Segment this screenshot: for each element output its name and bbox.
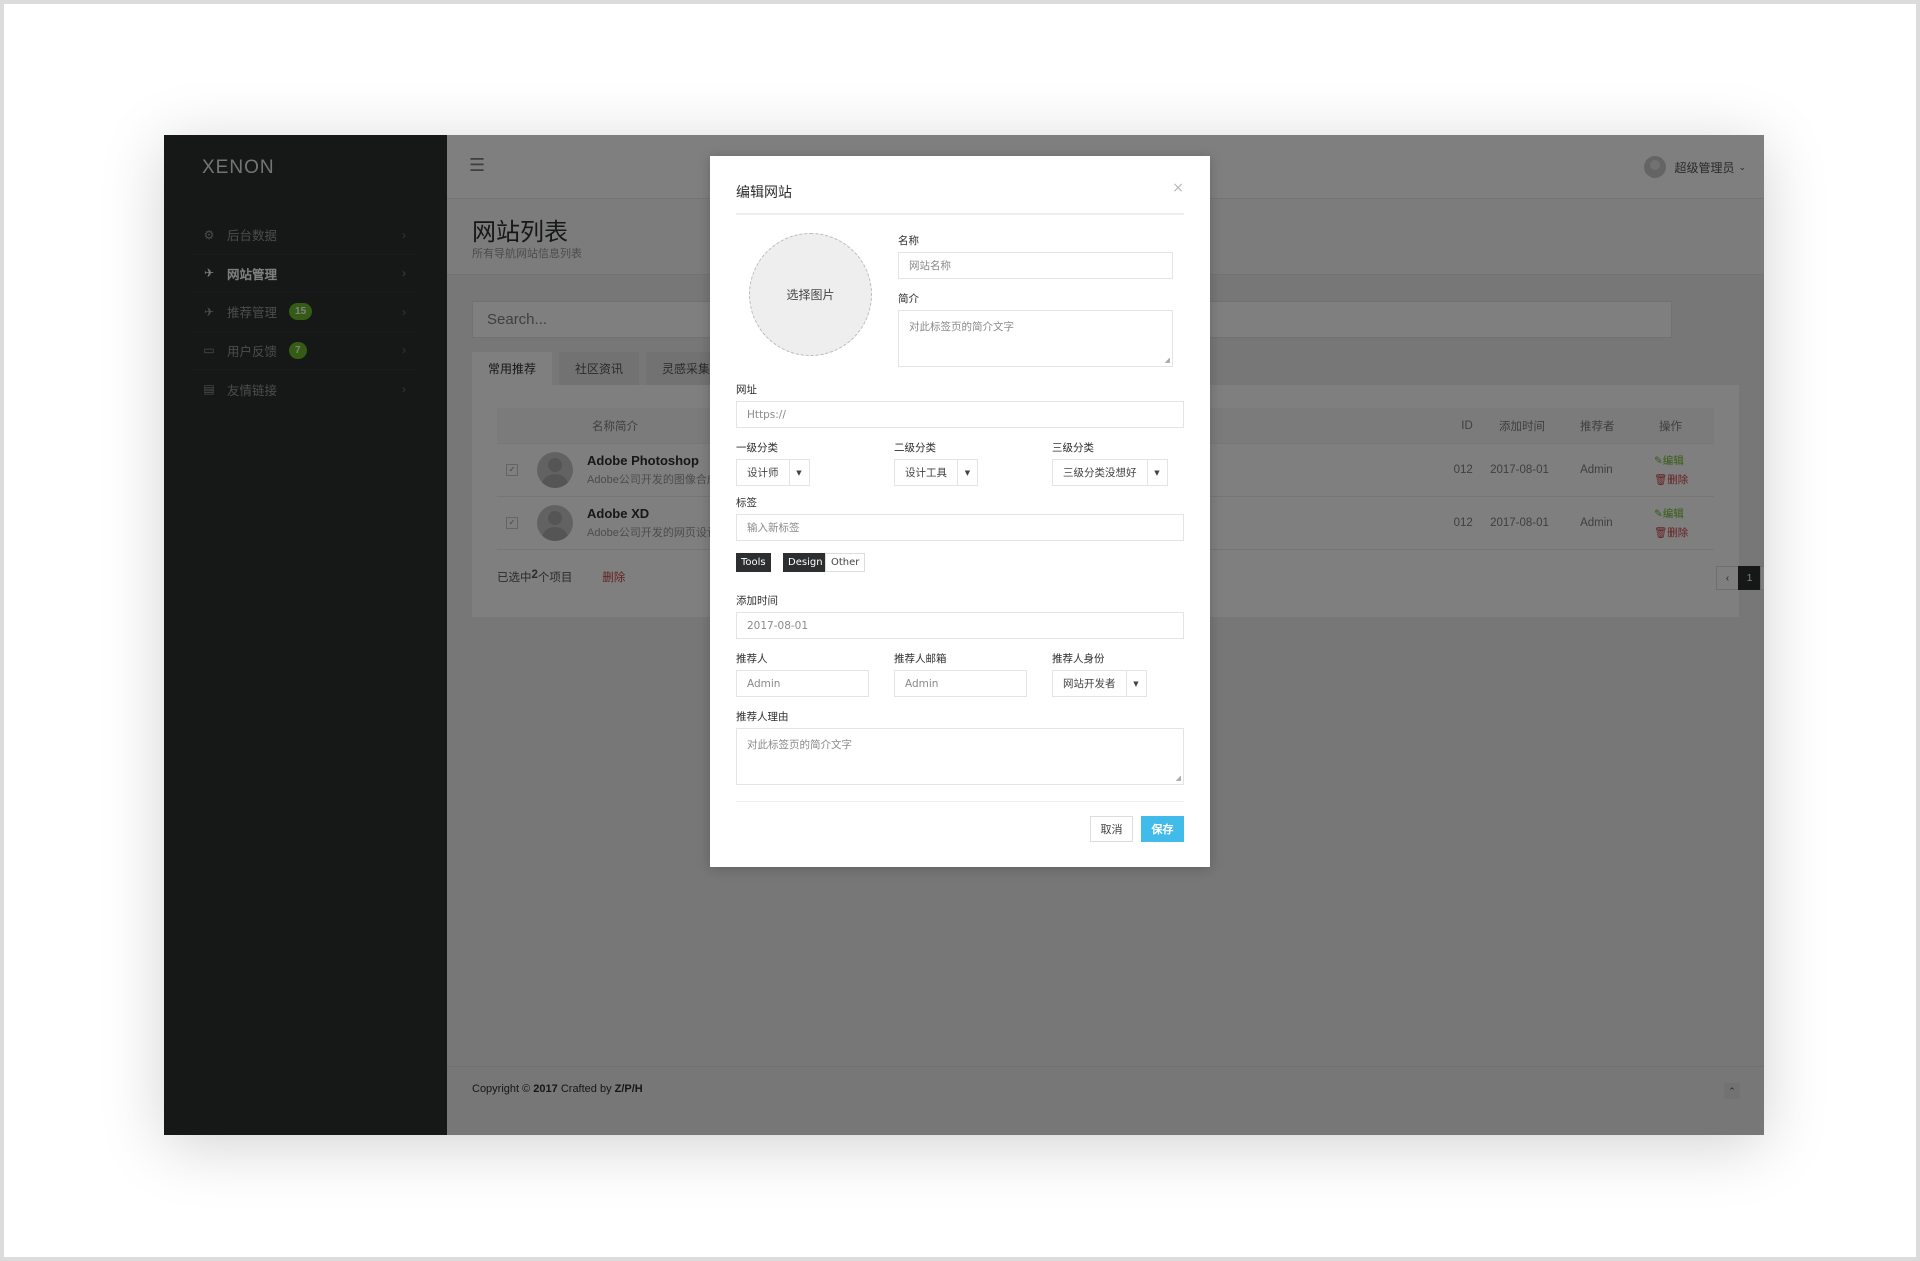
screen-background: XENON ⚙ 后台数据 › ✈ 网站管理 › ✈ 推荐管理 15 › — [4, 4, 1916, 1257]
category1-select[interactable]: 设计师 ▼ — [736, 459, 810, 486]
name-input[interactable]: 网站名称 — [898, 252, 1173, 279]
date-input[interactable]: 2017-08-01 — [736, 612, 1184, 639]
date-label: 添加时间 — [736, 595, 778, 607]
tags-label: 标签 — [736, 497, 757, 509]
intro-textarea[interactable]: 对此标签页的简介文字 ◢ — [898, 310, 1173, 367]
cancel-button[interactable]: 取消 — [1090, 816, 1133, 842]
intro-label: 简介 — [898, 293, 919, 305]
dialog-title: 编辑网站 — [736, 185, 792, 201]
caret-down-icon: ▼ — [1146, 460, 1167, 485]
caret-down-icon: ▼ — [957, 460, 977, 485]
choose-image-button[interactable]: 选择图片 — [749, 233, 872, 356]
email-label: 推荐人邮箱 — [894, 653, 947, 665]
category2-select[interactable]: 设计工具 ▼ — [894, 459, 978, 486]
reason-label: 推荐人理由 — [736, 711, 789, 723]
recommender-input[interactable]: Admin — [736, 670, 869, 697]
role-label: 推荐人身份 — [1052, 653, 1105, 665]
url-label: 网址 — [736, 384, 757, 396]
email-input[interactable]: Admin — [894, 670, 1027, 697]
url-input[interactable]: Https:// — [736, 401, 1184, 428]
category3-label: 三级分类 — [1052, 442, 1094, 454]
dialog-footer-divider — [736, 801, 1184, 802]
resize-handle-icon[interactable]: ◢ — [1176, 774, 1181, 782]
caret-down-icon: ▼ — [788, 460, 809, 485]
tag-chip[interactable]: Tools — [736, 553, 771, 572]
tag-input[interactable]: 输入新标签 — [736, 514, 1184, 541]
name-label: 名称 — [898, 235, 919, 247]
edit-website-dialog: 编辑网站 × 选择图片 名称 网站名称 简介 对此标签页的简介文字 ◢ 网址 H… — [710, 156, 1210, 867]
caret-down-icon: ▼ — [1125, 671, 1146, 696]
category1-label: 一级分类 — [736, 442, 778, 454]
dialog-divider — [736, 213, 1184, 215]
category3-select[interactable]: 三级分类没想好 ▼ — [1052, 459, 1168, 486]
tag-chip[interactable]: Other — [825, 553, 866, 572]
role-select[interactable]: 网站开发者 ▼ — [1052, 670, 1147, 697]
recommender-label: 推荐人 — [736, 653, 768, 665]
close-icon[interactable]: × — [1172, 180, 1184, 196]
tag-chip[interactable]: Design — [783, 553, 828, 572]
reason-textarea[interactable]: 对此标签页的简介文字 ◢ — [736, 728, 1184, 785]
category2-label: 二级分类 — [894, 442, 936, 454]
save-button[interactable]: 保存 — [1141, 816, 1184, 842]
resize-handle-icon[interactable]: ◢ — [1165, 356, 1170, 364]
